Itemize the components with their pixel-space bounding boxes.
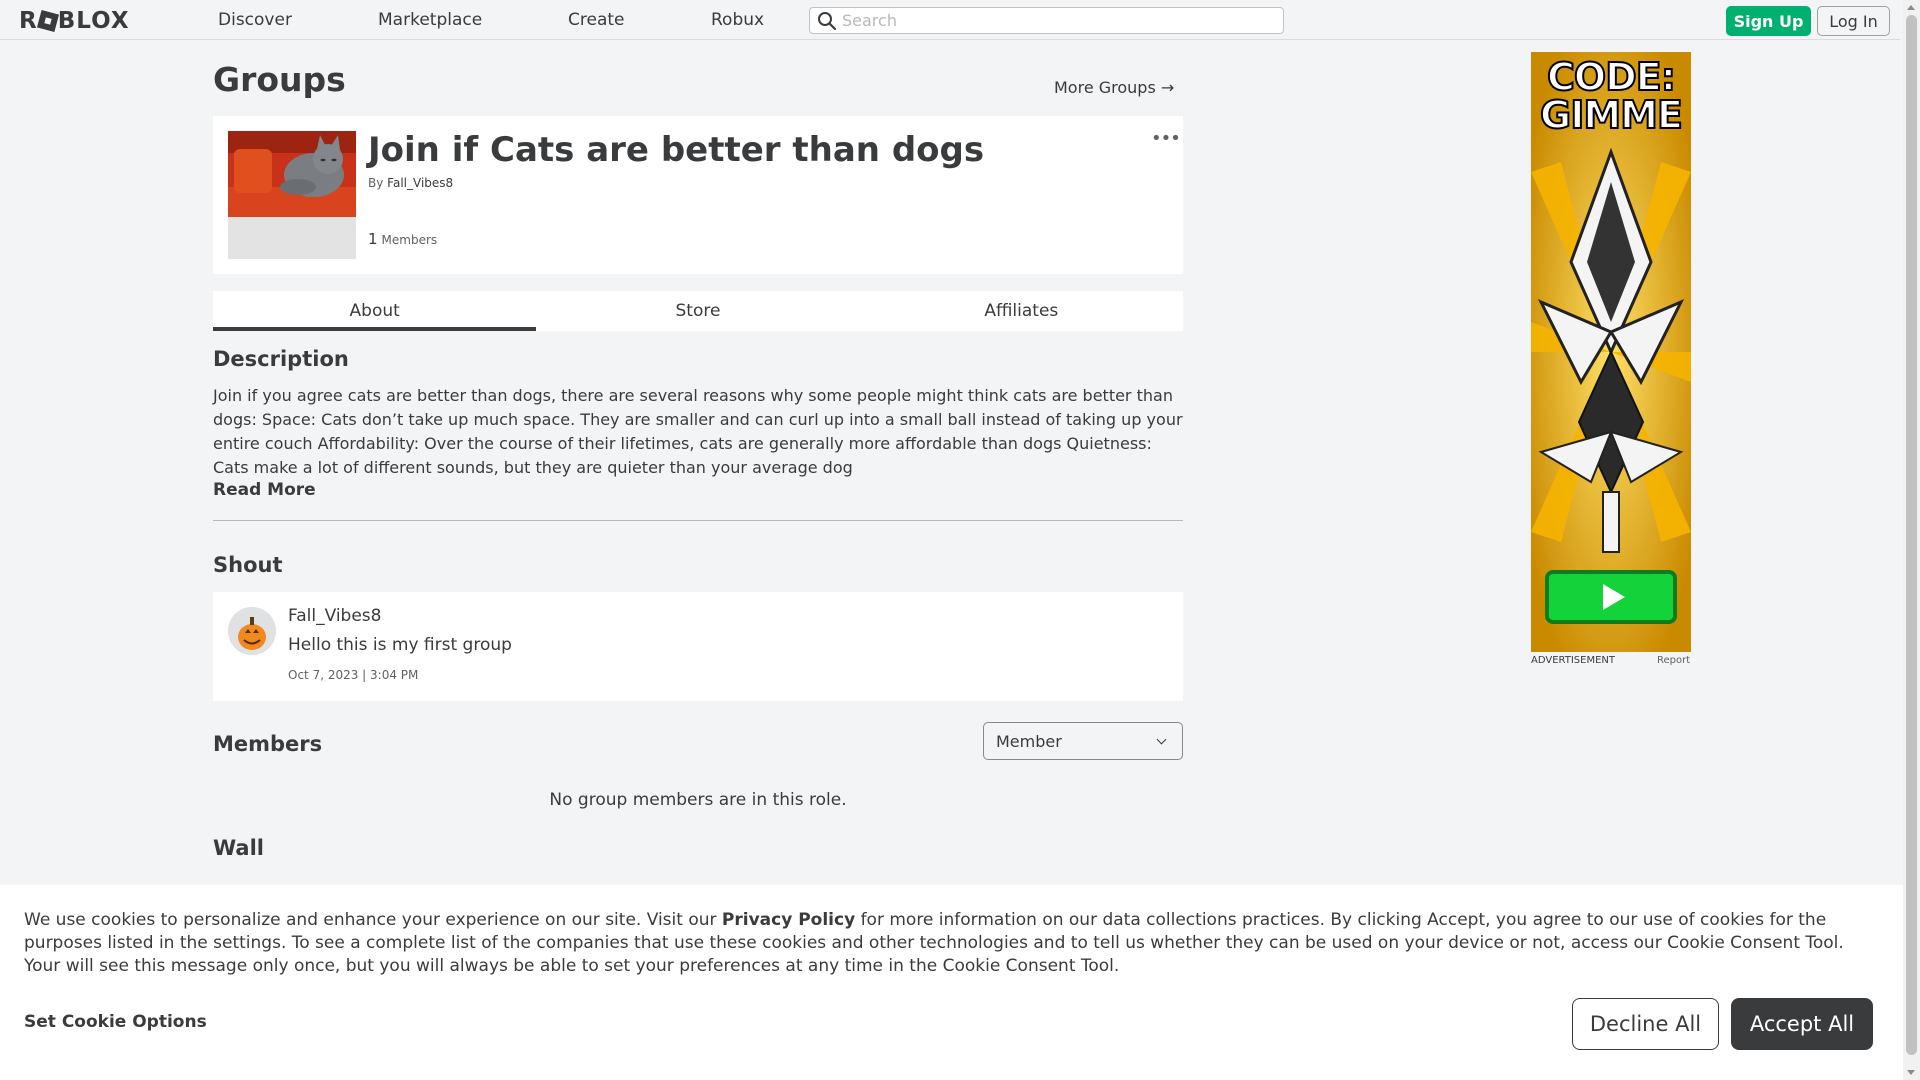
nav-link-create[interactable]: Create: [568, 10, 625, 30]
role-dropdown-value: Member: [996, 732, 1062, 751]
nav-link-marketplace[interactable]: Marketplace: [378, 10, 482, 30]
role-dropdown[interactable]: Member: [983, 722, 1183, 760]
description-heading: Description: [213, 347, 349, 371]
play-icon: [1603, 584, 1625, 610]
shout-card: Fall_Vibes8 Hello this is my first group…: [213, 592, 1183, 701]
page-title: Groups: [213, 60, 346, 99]
group-tabs: About Store Affiliates: [213, 291, 1183, 331]
privacy-policy-link[interactable]: Privacy Policy: [722, 910, 855, 930]
shout-heading: Shout: [213, 553, 283, 577]
empty-members-message: No group members are in this role.: [549, 790, 847, 810]
cookie-text-part1: We use cookies to personalize and enhanc…: [24, 910, 722, 930]
advertisement-label: ADVERTISEMENT: [1531, 655, 1616, 666]
cookie-consent-banner: We use cookies to personalize and enhanc…: [0, 885, 1903, 1080]
group-owner-line: By Fall_Vibes8: [368, 176, 453, 190]
cookie-notice-text: We use cookies to personalize and enhanc…: [24, 909, 1884, 978]
group-owner-link[interactable]: Fall_Vibes8: [387, 176, 453, 190]
sign-up-button[interactable]: Sign Up: [1726, 6, 1811, 36]
scroll-down-arrow-icon[interactable]: [1907, 1070, 1915, 1075]
search-icon: [818, 12, 837, 31]
pumpkin-avatar-icon: [228, 607, 276, 655]
advertisement-banner[interactable]: CODE: GIMME: [1531, 52, 1691, 652]
ad-report-link[interactable]: Report: [1657, 655, 1690, 666]
tab-affiliates[interactable]: Affiliates: [860, 291, 1183, 331]
ad-play-button[interactable]: [1545, 570, 1677, 624]
shout-author-link[interactable]: Fall_Vibes8: [288, 606, 381, 626]
tab-store[interactable]: Store: [536, 291, 859, 331]
group-description-text: Join if you agree cats are better than d…: [213, 386, 1183, 477]
search-box: [809, 7, 1284, 34]
roblox-logo[interactable]: R BLOX: [19, 8, 130, 34]
tab-about[interactable]: About: [213, 291, 537, 331]
scroll-up-arrow-icon[interactable]: [1907, 5, 1915, 10]
logo-tilted-square-icon: [36, 9, 59, 33]
ad-headline-line1: CODE:: [1546, 55, 1677, 99]
chevron-down-icon: [1156, 734, 1167, 745]
by-label: By: [368, 176, 384, 190]
nav-link-robux[interactable]: Robux: [711, 10, 764, 30]
members-heading: Members: [213, 732, 323, 756]
log-in-button[interactable]: Log In: [1817, 6, 1890, 36]
section-divider: [213, 520, 1183, 521]
ad-headline: CODE: GIMME: [1531, 55, 1691, 137]
decline-all-button[interactable]: Decline All: [1572, 998, 1719, 1050]
nav-link-discover[interactable]: Discover: [218, 10, 292, 30]
scrollbar-thumb[interactable]: [1906, 15, 1917, 1055]
page-scrollbar[interactable]: [1903, 0, 1920, 1080]
wall-heading: Wall: [213, 836, 264, 860]
members-label: Members: [381, 233, 438, 247]
cat-on-couch-image: [228, 131, 356, 217]
ad-artwork-image: [1531, 52, 1691, 652]
more-groups-link[interactable]: More Groups →: [1054, 78, 1174, 97]
shout-message: Hello this is my first group: [288, 635, 512, 655]
more-options-icon[interactable]: •••: [1151, 128, 1181, 149]
read-more-link[interactable]: Read More: [213, 480, 316, 500]
accept-all-button[interactable]: Accept All: [1731, 998, 1873, 1050]
ad-headline-line2: GIMME: [1539, 93, 1684, 137]
top-navigation-bar: R BLOX Discover Marketplace Create Robux …: [0, 0, 1900, 40]
member-count-number: 1: [368, 230, 378, 248]
group-member-count: 1 Members: [368, 230, 437, 248]
shout-timestamp: Oct 7, 2023 | 3:04 PM: [288, 668, 419, 682]
group-emblem-image: [228, 131, 356, 259]
set-cookie-options-link[interactable]: Set Cookie Options: [24, 1012, 207, 1032]
shout-avatar[interactable]: [228, 607, 276, 655]
search-input[interactable]: [842, 10, 1272, 31]
group-name: Join if Cats are better than dogs: [368, 130, 985, 170]
group-header-card: Join if Cats are better than dogs By Fal…: [213, 116, 1183, 274]
